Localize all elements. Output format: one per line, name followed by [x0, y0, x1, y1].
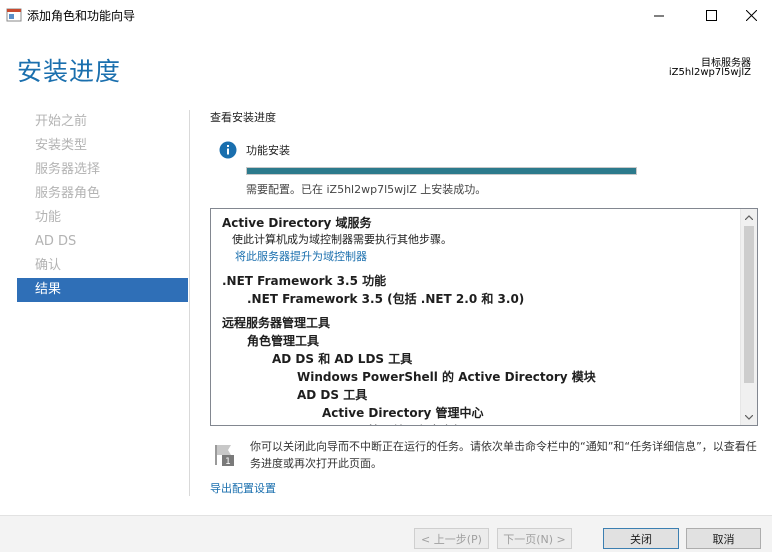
chevron-down-icon	[745, 414, 753, 420]
scroll-thumb[interactable]	[744, 226, 754, 383]
nav-item-server-selection: 服务器选择	[35, 162, 101, 177]
result-item: AD DS 工具	[297, 388, 368, 402]
install-progress-bar	[246, 167, 637, 175]
result-item: Active Directory 管理中心	[322, 406, 484, 420]
install-status-text: 需要配置。已在 iZ5hl2wp7l5wjlZ 上安装成功。	[246, 183, 487, 196]
minimize-icon	[653, 15, 664, 16]
feature-install-label: 功能安装	[246, 144, 290, 157]
nav-item-ad-ds: AD DS	[35, 234, 77, 249]
previous-button[interactable]: < 上一步(P)	[414, 528, 489, 549]
install-progress-fill	[247, 168, 636, 174]
nav-item-confirmation: 确认	[35, 258, 62, 273]
results-scrollbar[interactable]	[740, 209, 757, 425]
result-item: Windows PowerShell 的 Active Directory 模块	[297, 370, 596, 384]
close-window-button[interactable]	[728, 0, 772, 30]
result-item: AD DS 管理单元和命令行工具	[222, 422, 737, 425]
info-icon	[219, 141, 237, 159]
nav-divider	[189, 110, 190, 496]
section-heading: 查看安装进度	[210, 111, 276, 124]
notification-flag-icon: 1	[215, 445, 234, 467]
nav-item-results[interactable]: 结果	[17, 278, 188, 302]
chevron-up-icon	[745, 214, 753, 220]
maximize-icon	[705, 9, 717, 21]
result-item: 角色管理工具	[247, 334, 320, 348]
close-icon	[745, 9, 757, 21]
wizard-nav: 开始之前 安装类型 服务器选择 服务器角色 功能 AD DS 确认 结果	[17, 110, 188, 302]
page-title: 安装进度	[17, 57, 122, 86]
title-bar: 添加角色和功能向导	[0, 0, 772, 30]
nav-item-features: 功能	[35, 210, 62, 225]
svg-text:1: 1	[225, 457, 231, 467]
nav-item-installation-type: 安装类型	[35, 138, 88, 153]
results-content: Active Directory 域服务使此计算机成为域控制器需要执行其他步骤。…	[222, 214, 737, 425]
scroll-down-button[interactable]	[741, 409, 757, 425]
result-item: .NET Framework 3.5 功能	[222, 274, 387, 288]
cancel-button[interactable]: 取消	[686, 528, 761, 549]
nav-item-server-roles: 服务器角色	[35, 186, 101, 201]
next-button[interactable]: 下一页(N) >	[497, 528, 572, 549]
window-title: 添加角色和功能向导	[27, 9, 136, 23]
close-button[interactable]: 关闭	[603, 528, 679, 549]
minimize-button[interactable]	[636, 0, 682, 30]
destination-server-name: iZ5hl2wp7l5wjlZ	[668, 67, 751, 78]
nav-item-before-you-begin: 开始之前	[35, 114, 88, 129]
result-item: 远程服务器管理工具	[222, 316, 331, 330]
result-item: 使此计算机成为域控制器需要执行其他步骤。	[232, 233, 452, 246]
scroll-up-button[interactable]	[741, 209, 757, 225]
close-wizard-note: 你可以关闭此向导而不中断正在运行的任务。请依次单击命令栏中的“通知”和“任务详细…	[250, 440, 757, 470]
export-config-link[interactable]: 导出配置设置	[210, 480, 276, 496]
result-item: Active Directory 域服务	[222, 216, 372, 230]
result-item: AD DS 和 AD LDS 工具	[272, 352, 413, 366]
results-list[interactable]: Active Directory 域服务使此计算机成为域控制器需要执行其他步骤。…	[210, 208, 758, 426]
promote-dc-link[interactable]: 将此服务器提升为域控制器	[222, 248, 737, 266]
result-item: .NET Framework 3.5 (包括 .NET 2.0 和 3.0)	[247, 292, 525, 306]
wizard-app-icon	[6, 8, 22, 22]
